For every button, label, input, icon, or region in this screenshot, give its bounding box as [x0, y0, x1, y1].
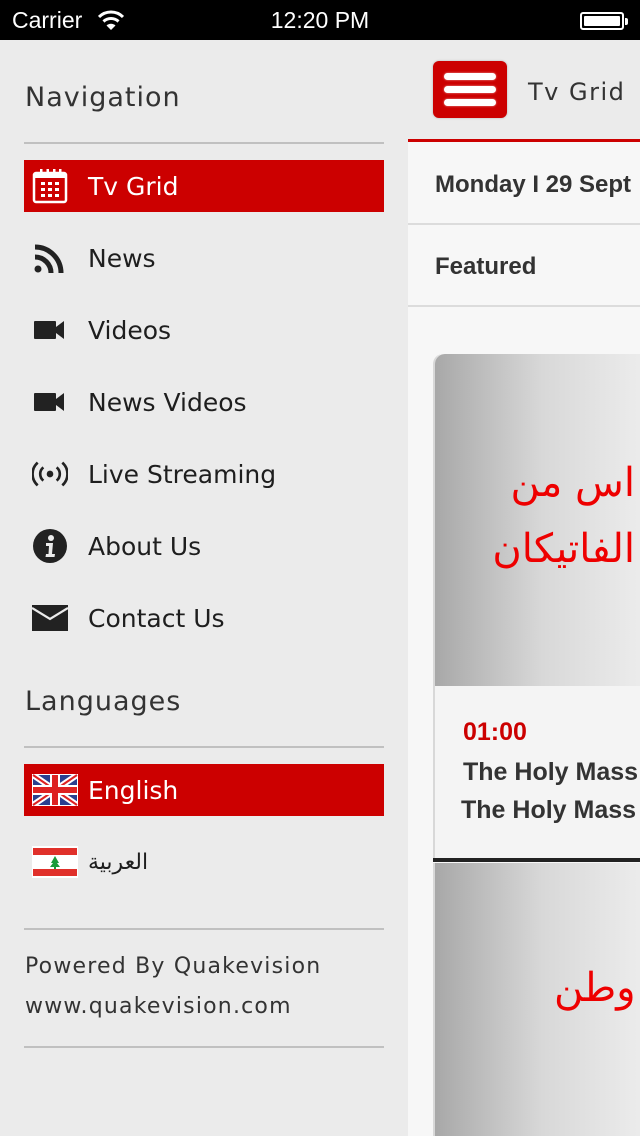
program-card[interactable]: الة وطن	[433, 863, 640, 1136]
thumbnail-text: اس من	[510, 460, 635, 506]
program-card[interactable]: اس من الفاتيكان 01:00 The Holy Mass The …	[433, 354, 640, 862]
divider	[24, 746, 384, 748]
video-camera-icon	[32, 313, 68, 347]
sidebar-item-label: News Videos	[88, 387, 247, 417]
program-subtitle: The Holy Mass	[461, 796, 637, 824]
program-title: The Holy Mass	[463, 758, 639, 786]
sidebar-item-news-videos[interactable]: News Videos	[24, 376, 384, 428]
sidebar: Navigation Tv Grid News Videos News Vide…	[0, 40, 408, 1136]
calendar-icon	[32, 169, 68, 204]
section-header: Featured	[408, 225, 640, 307]
battery-icon	[580, 12, 628, 30]
languages-title: Languages	[25, 686, 182, 717]
sidebar-item-contact-us[interactable]: Contact Us	[24, 592, 384, 644]
uk-flag-icon	[32, 774, 78, 806]
language-arabic[interactable]: العربية	[24, 836, 384, 888]
language-label: العربية	[88, 849, 149, 875]
program-thumbnail: الة وطن	[435, 863, 640, 1136]
lebanon-flag-icon	[32, 846, 78, 878]
card-divider	[433, 858, 640, 862]
sidebar-item-videos[interactable]: Videos	[24, 304, 384, 356]
carrier-label: Carrier	[12, 7, 83, 33]
wifi-icon	[98, 10, 124, 30]
sidebar-item-label: Live Streaming	[88, 459, 277, 489]
sidebar-item-news[interactable]: News	[24, 232, 384, 284]
broadcast-icon	[32, 457, 68, 491]
date-selector[interactable]: Monday I 29 Sept	[408, 143, 640, 225]
sidebar-item-label: Videos	[88, 315, 172, 345]
main-panel: Tv Grid Monday I 29 Sept Featured اس من …	[408, 40, 640, 1136]
divider	[24, 928, 384, 930]
status-bar: Carrier 12:20 PM	[0, 0, 640, 40]
video-camera-icon	[32, 385, 68, 419]
section-label: Featured	[435, 253, 537, 280]
page-title: Tv Grid	[528, 78, 626, 106]
sidebar-item-label: News	[88, 243, 156, 273]
thumbnail-text: الة وطن	[553, 965, 640, 1011]
date-label: Monday I 29 Sept	[435, 171, 632, 198]
divider	[24, 1046, 384, 1048]
sidebar-item-label: Contact Us	[88, 603, 225, 633]
program-time: 01:00	[463, 718, 527, 746]
program-thumbnail: اس من الفاتيكان	[435, 354, 640, 686]
divider	[24, 142, 384, 144]
envelope-icon	[32, 601, 68, 635]
clock: 12:20 PM	[270, 7, 370, 33]
language-english[interactable]: English	[24, 764, 384, 816]
sidebar-item-live-streaming[interactable]: Live Streaming	[24, 448, 384, 500]
info-icon	[32, 529, 68, 563]
sidebar-item-tv-grid[interactable]: Tv Grid	[24, 160, 384, 212]
menu-toggle-button[interactable]	[433, 61, 507, 118]
thumbnail-text: الفاتيكان	[492, 526, 635, 572]
top-bar: Tv Grid	[408, 40, 640, 142]
sidebar-item-label: About Us	[88, 531, 202, 561]
rss-icon	[32, 241, 68, 275]
powered-by-text: Powered By Quakevision	[25, 954, 322, 979]
sidebar-item-label: Tv Grid	[88, 171, 179, 201]
website-link[interactable]: www.quakevision.com	[25, 994, 292, 1019]
sidebar-item-about-us[interactable]: About Us	[24, 520, 384, 572]
navigation-title: Navigation	[25, 82, 181, 113]
language-label: English	[88, 775, 179, 805]
